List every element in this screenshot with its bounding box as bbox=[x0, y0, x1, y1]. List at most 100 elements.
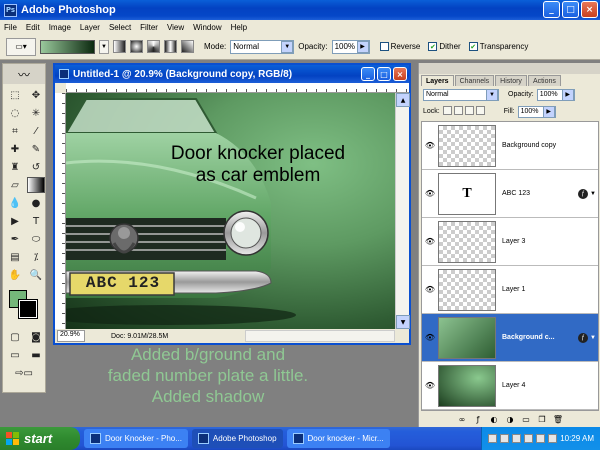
scroll-down-icon[interactable]: ▼ bbox=[396, 315, 410, 329]
lasso-tool-icon[interactable]: ◌ bbox=[6, 105, 24, 121]
dither-checkbox[interactable]: ✔ bbox=[428, 42, 438, 51]
shape-tool-icon[interactable]: ⬭ bbox=[27, 231, 45, 247]
healing-brush-tool-icon[interactable]: ✚ bbox=[6, 141, 24, 157]
brush-tool-icon[interactable]: ✎ bbox=[27, 141, 45, 157]
tray-icon-3[interactable] bbox=[512, 434, 522, 443]
menu-image[interactable]: Image bbox=[49, 23, 71, 32]
lock-image-icon[interactable] bbox=[453, 106, 463, 115]
new-adjustment-layer-icon[interactable]: ◑ bbox=[505, 414, 515, 424]
gradient-tool-icon[interactable] bbox=[27, 177, 45, 193]
lock-all-icon[interactable] bbox=[475, 106, 485, 115]
layer-row-layer-1[interactable]: 👁 Layer 1 bbox=[422, 266, 598, 314]
gradient-picker-arrow[interactable]: ▼ bbox=[99, 39, 109, 54]
background-color-swatch[interactable] bbox=[18, 299, 38, 319]
document-minimize-button[interactable]: _ bbox=[361, 67, 375, 81]
layer-row-layer-3[interactable]: 👁 Layer 3 bbox=[422, 218, 598, 266]
chevron-down-icon[interactable]: ▼ bbox=[590, 335, 596, 341]
volume-icon[interactable] bbox=[536, 434, 546, 443]
menu-window[interactable]: Window bbox=[193, 23, 221, 32]
full-screen-menu-mode-icon[interactable]: ▬ bbox=[27, 347, 45, 363]
add-mask-icon[interactable]: ◐ bbox=[489, 414, 499, 424]
clone-stamp-tool-icon[interactable]: ♜ bbox=[6, 159, 24, 175]
eye-visibility-icon[interactable]: 👁 bbox=[422, 141, 438, 150]
jump-to-imageready-icon[interactable]: ⇨▭ bbox=[6, 365, 42, 381]
angle-gradient-icon[interactable] bbox=[147, 40, 160, 53]
image-canvas[interactable]: ABC 123 Door knocker placed as car emble… bbox=[66, 93, 395, 329]
reverse-checkbox[interactable] bbox=[379, 42, 389, 51]
document-title-bar[interactable]: Untitled-1 @ 20.9% (Background copy, RGB… bbox=[55, 65, 409, 83]
vertical-scrollbar[interactable]: ▲ ▼ bbox=[395, 93, 410, 329]
slice-tool-icon[interactable]: ⁄ bbox=[27, 123, 45, 139]
tab-layers[interactable]: Layers bbox=[421, 75, 454, 86]
crop-tool-icon[interactable]: ⌗ bbox=[6, 123, 24, 139]
notes-tool-icon[interactable]: ▤ bbox=[6, 249, 24, 265]
zoom-level-field[interactable]: 20.9% bbox=[57, 330, 85, 342]
magic-wand-tool-icon[interactable]: ✳ bbox=[27, 105, 45, 121]
menu-view[interactable]: View bbox=[167, 23, 184, 32]
dodge-tool-icon[interactable]: ● bbox=[27, 195, 45, 211]
new-group-icon[interactable]: ▭ bbox=[521, 414, 531, 424]
tray-icon-2[interactable] bbox=[500, 434, 510, 443]
layer-style-icon[interactable]: ƒ bbox=[578, 332, 588, 343]
add-layer-style-icon[interactable]: ƒ bbox=[473, 414, 483, 424]
layer-row-background-copy[interactable]: 👁 Background copy bbox=[422, 122, 598, 170]
horizontal-ruler[interactable] bbox=[66, 83, 409, 93]
reflected-gradient-icon[interactable] bbox=[164, 40, 177, 53]
tray-icon-4[interactable] bbox=[524, 434, 534, 443]
clock[interactable]: 10:29 AM bbox=[560, 434, 594, 443]
eye-visibility-icon[interactable]: 👁 bbox=[422, 381, 438, 390]
transparency-checkbox[interactable]: ✔ bbox=[468, 42, 478, 51]
eyedropper-tool-icon[interactable]: ⁒ bbox=[27, 249, 45, 265]
taskbar-item-photoshop[interactable]: Adobe Photoshop bbox=[191, 429, 283, 448]
tab-actions[interactable]: Actions bbox=[527, 75, 561, 86]
document-size-info[interactable]: Doc: 9.01M/28.5M bbox=[111, 333, 168, 340]
menu-file[interactable]: File bbox=[4, 23, 17, 32]
move-tool-icon[interactable]: ✥ bbox=[27, 87, 45, 103]
maximize-button[interactable]: □ bbox=[562, 1, 579, 18]
close-button[interactable]: × bbox=[581, 1, 598, 18]
tab-channels[interactable]: Channels bbox=[454, 75, 495, 86]
hand-tool-icon[interactable]: ✋ bbox=[6, 267, 24, 283]
layer-row-layer-4[interactable]: 👁 Layer 4 bbox=[422, 362, 598, 410]
lock-position-icon[interactable] bbox=[464, 106, 474, 115]
tray-icon-1[interactable] bbox=[488, 434, 498, 443]
lock-transparent-icon[interactable] bbox=[442, 106, 452, 115]
eraser-tool-icon[interactable]: ▱ bbox=[6, 177, 24, 193]
mode-select[interactable]: Normal ▼ bbox=[230, 39, 295, 54]
layer-opacity-input[interactable]: 100% ▶ bbox=[536, 88, 575, 101]
network-icon[interactable] bbox=[548, 434, 558, 443]
zoom-tool-icon[interactable]: 🔍 bbox=[27, 267, 45, 283]
scroll-up-icon[interactable]: ▲ bbox=[396, 93, 410, 107]
layer-row-background-copy-selected[interactable]: 👁 Background c... ƒ ▼ bbox=[422, 314, 598, 362]
menu-layer[interactable]: Layer bbox=[80, 23, 100, 32]
delete-layer-icon[interactable]: 🗑 bbox=[553, 414, 563, 424]
minimize-button[interactable]: _ bbox=[543, 1, 560, 18]
eye-visibility-icon[interactable]: 👁 bbox=[422, 189, 438, 198]
document-close-button[interactable]: × bbox=[393, 67, 407, 81]
eye-visibility-icon[interactable]: 👁 bbox=[422, 237, 438, 246]
start-button[interactable]: start bbox=[0, 427, 80, 450]
tool-preset-picker[interactable]: ▭▾ bbox=[6, 37, 36, 56]
eye-visibility-icon[interactable]: 👁 bbox=[422, 285, 438, 294]
link-layers-icon[interactable]: ∞ bbox=[457, 414, 467, 424]
menu-help[interactable]: Help bbox=[231, 23, 247, 32]
document-maximize-button[interactable]: □ bbox=[377, 67, 391, 81]
horizontal-scrollbar[interactable] bbox=[245, 330, 395, 342]
menu-select[interactable]: Select bbox=[109, 23, 131, 32]
taskbar-item-door-knocker-photo[interactable]: Door Knocker - Pho... bbox=[84, 429, 188, 448]
tab-history[interactable]: History bbox=[495, 75, 527, 86]
taskbar-item-door-knocker-word[interactable]: Door knocker - Micr... bbox=[286, 429, 390, 448]
type-tool-icon[interactable]: T bbox=[27, 213, 45, 229]
standard-screen-mode-icon[interactable]: ▭ bbox=[6, 347, 24, 363]
diamond-gradient-icon[interactable] bbox=[181, 40, 194, 53]
new-layer-icon[interactable]: ❐ bbox=[537, 414, 547, 424]
menu-edit[interactable]: Edit bbox=[26, 23, 40, 32]
linear-gradient-icon[interactable] bbox=[113, 40, 126, 53]
gradient-swatch[interactable] bbox=[40, 39, 95, 54]
pen-tool-icon[interactable]: ✒ bbox=[6, 231, 24, 247]
fill-input[interactable]: 100% ▶ bbox=[517, 105, 556, 118]
layer-row-text[interactable]: 👁 T ABC 123 ƒ ▼ bbox=[422, 170, 598, 218]
chevron-down-icon[interactable]: ▼ bbox=[590, 191, 596, 197]
history-brush-tool-icon[interactable]: ↺ bbox=[27, 159, 45, 175]
standard-mode-icon[interactable]: ▢ bbox=[6, 329, 24, 345]
